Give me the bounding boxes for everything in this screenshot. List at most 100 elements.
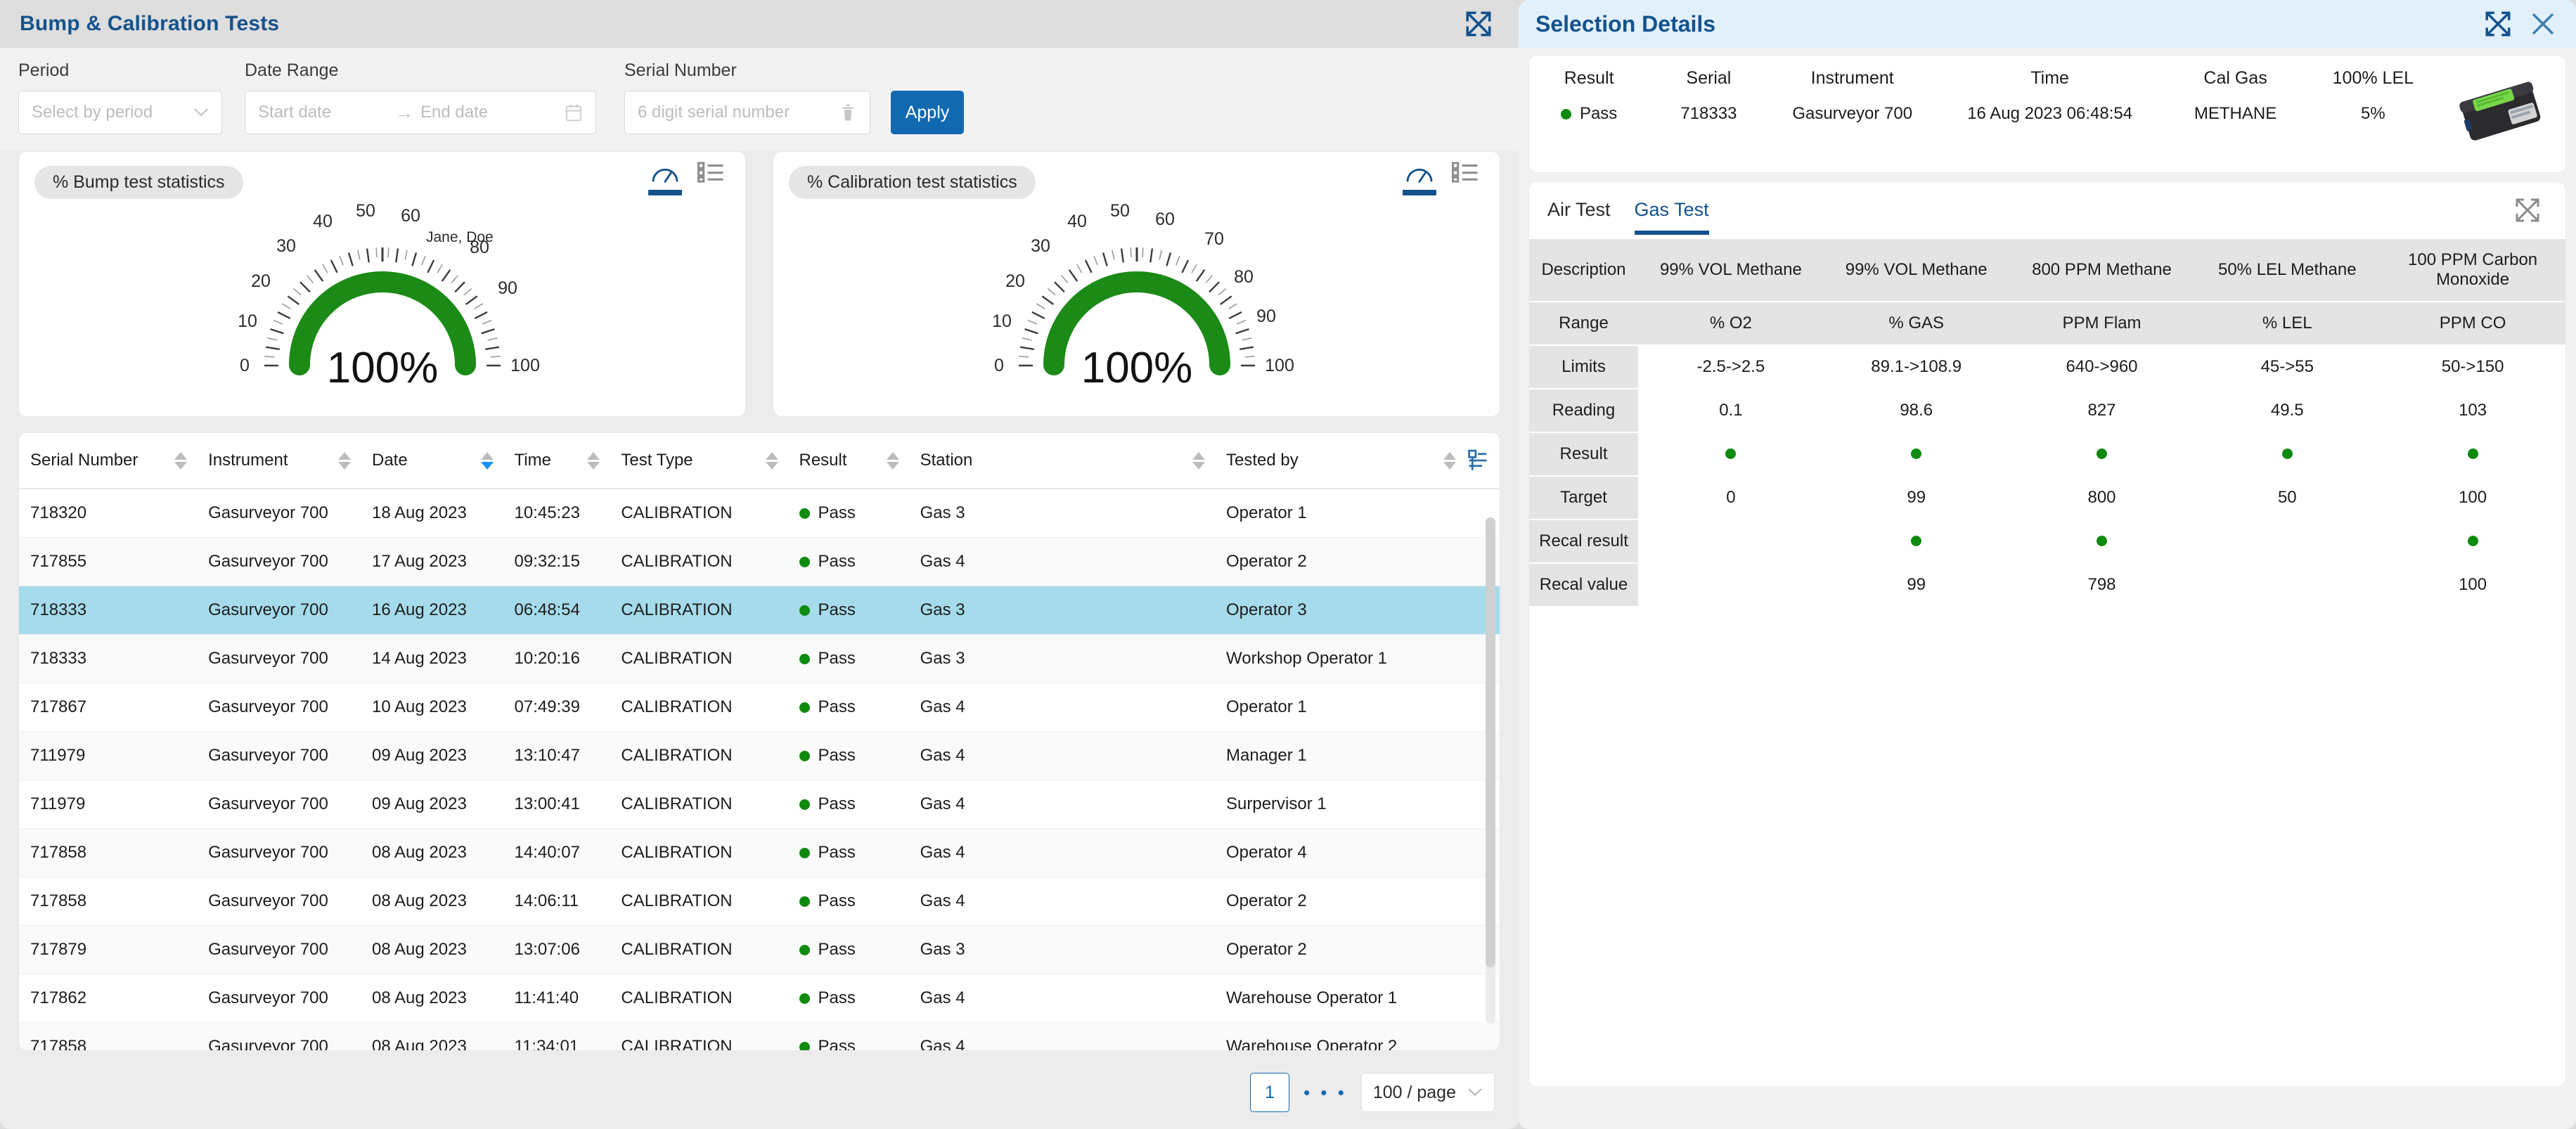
svg-text:50: 50 <box>356 201 375 221</box>
close-icon[interactable] <box>2528 9 2558 39</box>
status-badge: Pass <box>818 746 856 765</box>
cell-tested-by: Operator 1 <box>1215 683 1500 732</box>
pagination-ellipsis[interactable]: • • • <box>1303 1082 1347 1104</box>
table-row[interactable]: 718333 Gasurveyor 700 16 Aug 2023 06:48:54 C… <box>19 586 1500 635</box>
column-label: Station <box>920 451 973 470</box>
column-header-station[interactable]: Station <box>908 433 1215 489</box>
table-header-row: Serial Number Instrument Date Time Test … <box>19 433 1500 489</box>
cell-test-type: CALIBRATION <box>610 489 788 538</box>
table-row[interactable]: 711979 Gasurveyor 700 09 Aug 2023 13:00:41 C… <box>19 780 1500 829</box>
column-label: Serial Number <box>30 451 139 470</box>
column-filter-icon[interactable] <box>1466 449 1490 472</box>
serial-number-input[interactable]: 6 digit serial number <box>624 91 870 134</box>
page-1-button[interactable]: 1 <box>1250 1073 1290 1112</box>
list-icon[interactable] <box>1452 162 1479 183</box>
detail-cell: 640->960 <box>2009 345 2195 389</box>
sort-toggle[interactable] <box>1192 451 1205 470</box>
column-header-time[interactable]: Time <box>503 433 610 489</box>
cell-instrument: Gasurveyor 700 <box>197 537 361 586</box>
calibration-gauge-chart: 0 10 20 30 40 50 60 70 80 90 100 100% <box>773 190 1500 408</box>
expand-icon[interactable] <box>2513 196 2542 224</box>
page-title: Bump & Calibration Tests <box>20 12 280 35</box>
table-row[interactable]: 717879 Gasurveyor 700 08 Aug 2023 13:07:06 C… <box>19 925 1500 974</box>
detail-cell: 100 PPM Carbon Monoxide <box>2380 239 2565 302</box>
left-panel-titlebar: Bump & Calibration Tests <box>0 0 1519 48</box>
column-header-date[interactable]: Date <box>361 433 503 489</box>
svg-text:30: 30 <box>1031 236 1050 256</box>
start-date-input[interactable]: Start date <box>258 103 388 122</box>
column-header-result[interactable]: Result <box>787 433 909 489</box>
sort-toggle[interactable] <box>338 451 351 470</box>
detail-row-recal-value: Recal value 99 798 100 <box>1529 563 2565 607</box>
cell-serial: 718333 <box>19 634 198 683</box>
column-header-test-type[interactable]: Test Type <box>610 433 788 489</box>
sort-toggle[interactable] <box>886 451 899 470</box>
list-icon[interactable] <box>697 162 724 183</box>
table-row[interactable]: 718333 Gasurveyor 700 14 Aug 2023 10:20:16 C… <box>19 634 1500 683</box>
detail-cell <box>2380 520 2565 564</box>
status-badge: Pass <box>818 552 856 571</box>
status-dot-icon <box>799 847 810 858</box>
cell-instrument: Gasurveyor 700 <box>197 731 361 780</box>
expand-icon[interactable] <box>2483 9 2513 39</box>
gas-test-detail-table: Description 99% VOL Methane 99% VOL Methan… <box>1529 239 2565 607</box>
cell-date: 08 Aug 2023 <box>361 974 503 1023</box>
expand-icon[interactable] <box>1464 9 1493 39</box>
detail-cell: 99% VOL Methane <box>1638 239 1824 302</box>
column-header-instrument[interactable]: Instrument <box>197 433 361 489</box>
cell-tested-by: Operator 2 <box>1215 925 1500 974</box>
cell-tested-by: Operator 2 <box>1215 537 1500 586</box>
svg-text:10: 10 <box>238 311 257 331</box>
cell-tested-by: Warehouse Operator 2 <box>1215 1022 1500 1050</box>
table-row[interactable]: 717858 Gasurveyor 700 08 Aug 2023 14:06:11 C… <box>19 877 1500 926</box>
filter-bar: Period Select by period Date Range Start… <box>0 48 1519 151</box>
cell-time: 09:32:15 <box>503 537 610 586</box>
table-row[interactable]: 717862 Gasurveyor 700 08 Aug 2023 11:41:40 C… <box>19 974 1500 1023</box>
period-select[interactable]: Select by period <box>18 91 222 134</box>
trash-icon[interactable] <box>839 103 857 122</box>
cell-test-type: CALIBRATION <box>610 974 788 1023</box>
status-dot-icon <box>799 653 810 664</box>
table-row[interactable]: 717867 Gasurveyor 700 10 Aug 2023 07:49:39 C… <box>19 683 1500 732</box>
cell-time: 13:00:41 <box>503 780 610 829</box>
svg-text:30: 30 <box>276 236 296 256</box>
status-dot-icon <box>1911 449 1922 459</box>
period-label: Period <box>18 60 70 80</box>
cell-station: Gas 4 <box>908 1022 1215 1050</box>
cell-time: 13:10:47 <box>503 731 610 780</box>
table-row[interactable]: 718320 Gasurveyor 700 18 Aug 2023 10:45:23 C… <box>19 489 1500 538</box>
sort-toggle[interactable] <box>587 451 600 470</box>
status-badge: Pass <box>818 988 856 1007</box>
summary-header: Result <box>1564 68 1614 88</box>
tab-gas-test[interactable]: Gas Test <box>1634 199 1709 235</box>
detail-row-label: Limits <box>1529 345 1638 389</box>
column-header-tested-by[interactable]: Tested by <box>1215 433 1500 489</box>
cell-station: Gas 3 <box>908 586 1215 635</box>
detail-row-target: Target 0 99 800 50 100 <box>1529 476 2565 520</box>
date-range-separator: → <box>395 101 413 123</box>
calendar-icon[interactable] <box>565 103 583 122</box>
serial-number-label: Serial Number <box>624 60 737 80</box>
date-range-picker[interactable]: Start date → End date <box>245 91 596 134</box>
table-row[interactable]: 717858 Gasurveyor 700 08 Aug 2023 11:34:01 C… <box>19 1022 1500 1050</box>
tab-air-test[interactable]: Air Test <box>1547 199 1611 235</box>
detail-row-range: Range% O2% GAS PPM Flam% LEL PPM CO <box>1529 302 2565 346</box>
apply-button[interactable]: Apply <box>891 91 964 134</box>
detail-cell <box>1638 520 1824 564</box>
sort-toggle[interactable] <box>765 451 778 470</box>
table-row[interactable]: 717858 Gasurveyor 700 08 Aug 2023 14:40:07 C… <box>19 828 1500 877</box>
calibration-gauge-value: 100% <box>1081 344 1192 392</box>
cell-tested-by: Operator 2 <box>1215 877 1500 926</box>
end-date-input[interactable]: End date <box>420 103 533 122</box>
detail-cell <box>2009 432 2195 477</box>
table-scrollbar[interactable] <box>1486 517 1495 1024</box>
table-row[interactable]: 711979 Gasurveyor 700 09 Aug 2023 13:10:47 C… <box>19 731 1500 780</box>
cell-result: Pass <box>787 1022 909 1050</box>
column-header-serial-number[interactable]: Serial Number <box>19 433 198 489</box>
sort-toggle[interactable] <box>174 451 188 470</box>
table-row[interactable]: 717855 Gasurveyor 700 17 Aug 2023 09:32:15 C… <box>19 537 1500 586</box>
sort-toggle[interactable] <box>1443 451 1456 470</box>
page-size-select[interactable]: 100 / page <box>1360 1073 1495 1112</box>
detail-cell: 50 <box>2194 476 2381 520</box>
sort-toggle[interactable] <box>480 451 494 470</box>
